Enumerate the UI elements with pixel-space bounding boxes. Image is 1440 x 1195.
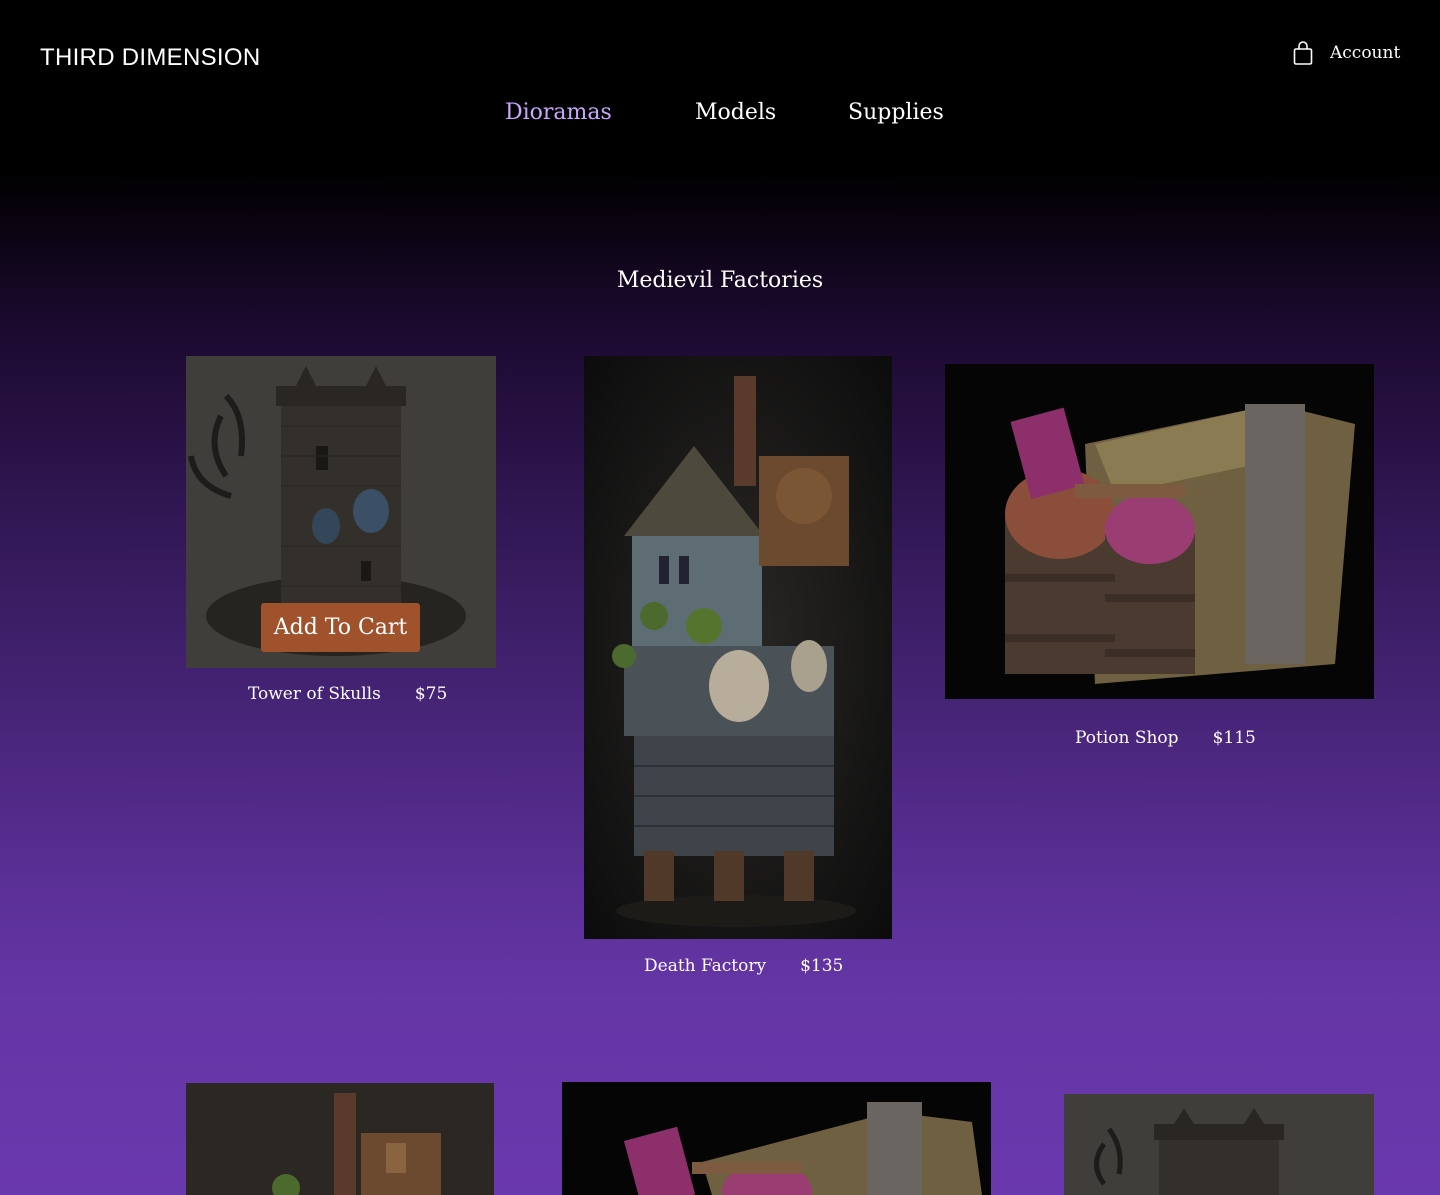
product-caption: Death Factory $135 xyxy=(644,956,843,976)
nav-supplies[interactable]: Supplies xyxy=(848,100,944,125)
product-name[interactable]: Tower of Skulls xyxy=(248,684,381,704)
product-name[interactable]: Potion Shop xyxy=(1075,728,1179,748)
product-caption: Tower of Skulls $75 xyxy=(248,684,447,704)
product-image-row2-2[interactable] xyxy=(562,1082,991,1195)
shopping-bag-icon[interactable] xyxy=(1292,40,1314,66)
product-name[interactable]: Death Factory xyxy=(644,956,766,976)
product-caption: Potion Shop $115 xyxy=(1075,728,1256,748)
product-image-row2-1[interactable] xyxy=(186,1083,494,1195)
product-image-row2-3[interactable] xyxy=(1064,1094,1374,1195)
product-price: $135 xyxy=(800,956,844,976)
product-image-potion-shop[interactable] xyxy=(945,364,1374,699)
add-to-cart-button[interactable]: Add To Cart xyxy=(261,603,420,652)
account-label[interactable]: Account xyxy=(1330,43,1400,63)
brand-logo[interactable]: THIRD DIMENSION xyxy=(40,44,261,72)
product-image-death-factory[interactable] xyxy=(584,356,892,939)
main-nav: Dioramas Models Supplies xyxy=(0,100,1440,130)
nav-dioramas[interactable]: Dioramas xyxy=(505,100,612,125)
nav-models[interactable]: Models xyxy=(695,100,776,125)
product-price: $75 xyxy=(414,684,448,704)
section-title: Medievil Factories xyxy=(616,268,824,293)
account-link[interactable]: Account xyxy=(1292,40,1400,66)
product-image-tower[interactable]: Add To Cart xyxy=(186,356,496,668)
product-price: $115 xyxy=(1212,728,1256,748)
